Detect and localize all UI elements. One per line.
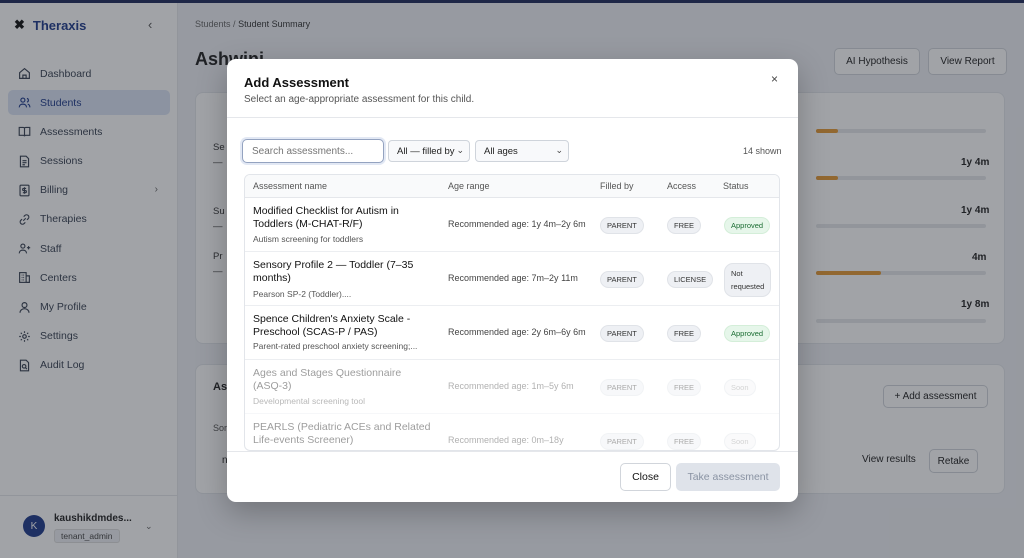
access-badge: FREE <box>667 379 702 396</box>
assessments-table: Assessment name Age range Filled by Acce… <box>244 174 780 451</box>
assessment-name: PEARLS (Pediatric ACEs and Related Life-… <box>253 421 431 446</box>
status-line: Not <box>731 269 743 278</box>
status-badge: Approved <box>724 217 771 234</box>
status-line: requested <box>731 282 765 291</box>
table-row[interactable]: Modified Checklist for Autism in Toddler… <box>245 198 779 252</box>
access-badge: FREE <box>667 217 702 234</box>
assessment-name: Modified Checklist for Autism in Toddler… <box>253 205 399 230</box>
close-icon[interactable]: × <box>771 72 778 86</box>
dialog-title: Add Assessment <box>244 75 349 90</box>
column-header: Access <box>667 181 697 191</box>
status-badge: Soon <box>724 379 756 396</box>
column-header: Age range <box>448 181 490 191</box>
table-row: Ages and Stages Questionnaire (ASQ-3) De… <box>245 360 779 414</box>
column-header: Status <box>723 181 749 191</box>
search-input[interactable] <box>242 139 384 163</box>
access-badge: LICENSE <box>667 271 714 288</box>
age-range: Recommended age: 0m–18y <box>448 435 564 445</box>
dialog-subtitle: Select an age-appropriate assessment for… <box>244 94 475 105</box>
table-header: Assessment name Age range Filled by Acce… <box>245 175 779 198</box>
table-row[interactable]: Spence Children's Anxiety Scale - Presch… <box>245 306 779 360</box>
filled-by-badge: PARENT <box>600 217 644 234</box>
assessment-name: Sensory Profile 2 — Toddler (7–35 months… <box>253 259 414 284</box>
filled-by-badge: PARENT <box>600 379 644 396</box>
age-range: Recommended age: 7m–2y 11m <box>448 273 578 283</box>
age-range: Recommended age: 2y 6m–6y 6m <box>448 327 586 337</box>
access-badge: FREE <box>667 433 702 450</box>
results-count: 14 shown <box>743 146 782 156</box>
assessment-desc: Pearson SP-2 (Toddler).... <box>253 289 352 299</box>
column-header: Filled by <box>600 181 634 191</box>
status-badge: Soon <box>724 433 756 450</box>
age-range: Recommended age: 1m–5y 6m <box>448 381 574 391</box>
take-assessment-button[interactable]: Take assessment <box>676 463 780 491</box>
close-button[interactable]: Close <box>620 463 671 491</box>
assessment-desc: Developmental screening tool <box>253 396 365 406</box>
assessment-name: Ages and Stages Questionnaire (ASQ-3) <box>253 367 402 392</box>
assessment-desc: Parent-rated preschool anxiety screening… <box>253 341 418 351</box>
access-badge: FREE <box>667 325 702 342</box>
assessment-name: Spence Children's Anxiety Scale - Presch… <box>253 313 411 338</box>
status-badge: Not requested <box>724 263 772 297</box>
table-row[interactable]: Sensory Profile 2 — Toddler (7–35 months… <box>245 252 779 306</box>
add-assessment-dialog: Add Assessment Select an age-appropriate… <box>227 59 798 502</box>
filled-by-badge: PARENT <box>600 433 644 450</box>
chevron-down-icon: ⌄ <box>456 145 464 155</box>
filled-by-select[interactable]: All — filled by ⌄ <box>388 140 470 162</box>
filled-by-badge: PARENT <box>600 325 644 342</box>
age-select[interactable]: All ages ⌄ <box>475 140 569 162</box>
table-row: PEARLS (Pediatric ACEs and Related Life-… <box>245 414 779 450</box>
divider <box>227 451 798 452</box>
status-badge: Approved <box>724 325 771 342</box>
filled-by-value: All — filled by <box>397 145 455 157</box>
age-value: All ages <box>484 145 518 157</box>
chevron-down-icon: ⌄ <box>555 145 563 155</box>
filled-by-badge: PARENT <box>600 271 644 288</box>
divider <box>227 117 798 118</box>
age-range: Recommended age: 1y 4m–2y 6m <box>448 219 586 229</box>
column-header: Assessment name <box>253 181 328 191</box>
assessment-desc: Autism screening for toddlers <box>253 234 364 244</box>
